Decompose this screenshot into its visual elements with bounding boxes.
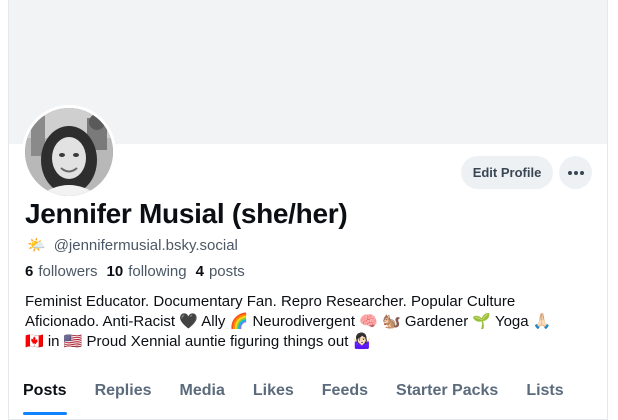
tab-label: Lists	[526, 382, 564, 399]
posts-count: 4	[195, 263, 204, 280]
followers-label: followers	[38, 263, 98, 280]
tab-feeds[interactable]: Feeds	[308, 374, 382, 419]
tab-label: Posts	[23, 382, 67, 399]
handle-row: 🌤️ @jennifermusial.bsky.social	[27, 236, 238, 255]
posts-stat: 4 posts	[196, 263, 245, 280]
ellipsis-icon	[567, 170, 584, 175]
handle: @jennifermusial.bsky.social	[53, 236, 238, 254]
avatar[interactable]	[22, 105, 116, 199]
tab-label: Feeds	[321, 382, 369, 399]
sun-behind-cloud-icon: 🌤️	[27, 237, 46, 254]
tab-media[interactable]: Media	[166, 374, 239, 419]
profile-tabs: Posts Replies Media Likes Feeds Starter …	[9, 374, 607, 420]
following-link[interactable]: 10 following	[107, 263, 187, 280]
edit-profile-button[interactable]: Edit Profile	[461, 156, 553, 189]
posts-label: posts	[208, 263, 245, 280]
tab-label: Media	[179, 382, 225, 399]
tab-label: Starter Packs	[396, 382, 499, 399]
tab-replies[interactable]: Replies	[81, 374, 166, 419]
followers-link[interactable]: 6 followers	[25, 263, 98, 280]
tab-likes[interactable]: Likes	[239, 374, 308, 419]
tab-starter-packs[interactable]: Starter Packs	[382, 374, 512, 419]
display-name: Jennifer Musial (she/her)	[25, 198, 348, 229]
tab-label: Likes	[252, 382, 294, 399]
tab-lists[interactable]: Lists	[512, 374, 577, 419]
profile-panel: Edit Profile Jennifer Musial (she/her) 🌤…	[8, 0, 608, 420]
followers-count: 6	[25, 263, 34, 280]
edit-profile-label: Edit Profile	[472, 165, 542, 180]
profile-bio: Feminist Educator. Documentary Fan. Repr…	[25, 293, 552, 350]
more-options-button[interactable]	[559, 156, 592, 189]
profile-stats: 6 followers 10 following 4 posts	[25, 263, 245, 280]
tab-posts[interactable]: Posts	[9, 374, 81, 419]
following-count: 10	[106, 263, 124, 280]
following-label: following	[128, 263, 187, 280]
avatar-photo	[25, 108, 113, 196]
tab-label: Replies	[94, 382, 152, 399]
